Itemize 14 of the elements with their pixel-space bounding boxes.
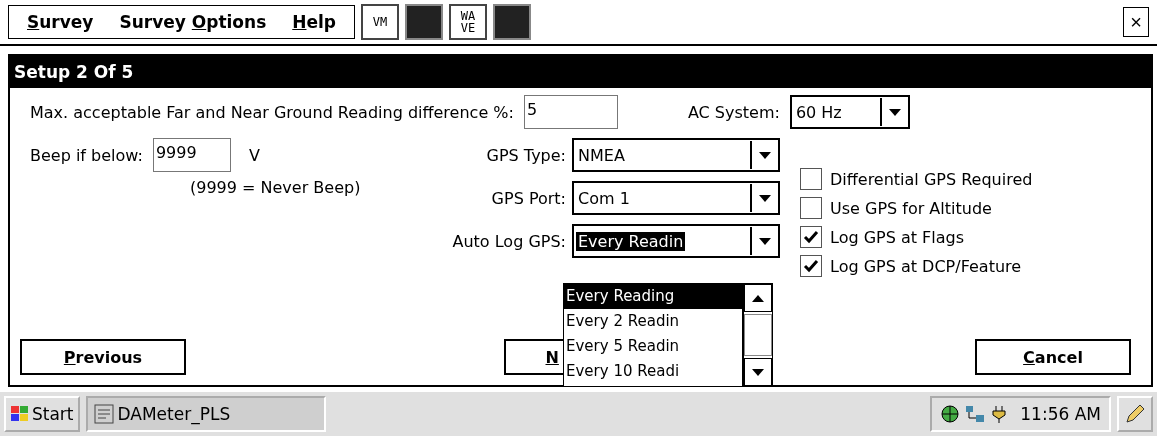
unit-label: V [248,145,260,165]
field-label: GPS Port: [491,188,566,208]
field-label: Beep if below: [30,145,143,165]
field-label: Max. acceptable Far and Near Ground Reading difference %: [30,102,514,122]
checkbox-label: Differential GPS Required [830,169,1033,189]
checkbox-label: Use GPS for Altitude [830,198,992,218]
checkbox-label: Log GPS at Flags [830,227,965,247]
clock-time: 11:56 AM [1020,404,1101,424]
checkbox-label: Log GPS at DCP/Feature [830,256,1022,276]
field-label: GPS Type: [486,145,566,165]
dialog-title: Setup 2 Of 5 [10,56,1151,88]
field-label: Auto Log GPS: [452,231,566,251]
hint-text: (9999 = Never Beep) [190,178,360,197]
field-label: AC System: [687,102,780,122]
